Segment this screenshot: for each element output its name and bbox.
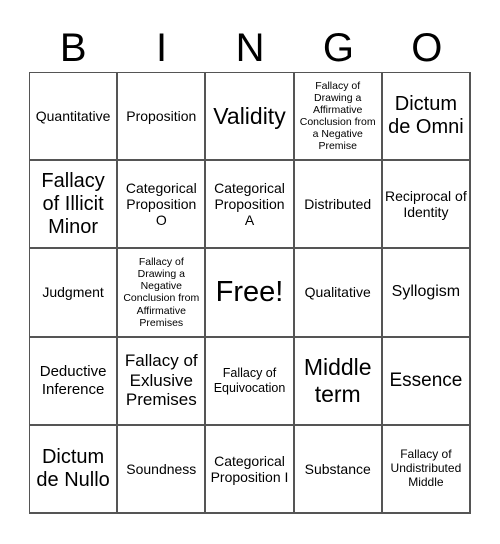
header-letter-i: I — [156, 26, 168, 70]
bingo-cell[interactable]: Categorical Proposition O — [118, 161, 207, 250]
bingo-cell[interactable]: Deductive Inference — [30, 337, 119, 426]
header-letter-o: O — [411, 26, 443, 70]
bingo-cell[interactable]: Qualitative — [294, 249, 383, 338]
bingo-cell[interactable]: Fallacy of Equivocation — [206, 337, 295, 426]
bingo-cell[interactable]: Substance — [294, 425, 383, 514]
bingo-cell[interactable]: Dictum de Omni — [382, 73, 471, 162]
bingo-cell[interactable]: Essence — [382, 337, 471, 426]
bingo-cell[interactable]: Validity — [206, 73, 295, 162]
bingo-cell[interactable]: Dictum de Nullo — [30, 425, 119, 514]
bingo-cell[interactable]: Distributed — [294, 161, 383, 250]
bingo-cell[interactable]: Reciprocal of Identity — [382, 161, 471, 250]
bingo-cell[interactable]: Categorical Proposition A — [206, 161, 295, 250]
bingo-cell[interactable]: Quantitative — [30, 73, 119, 162]
bingo-cell[interactable]: Fallacy of Exlusive Premises — [118, 337, 207, 426]
header-letter-b: B — [59, 26, 87, 70]
bingo-cell[interactable]: Syllogism — [382, 249, 471, 338]
bingo-cell[interactable]: Fallacy of Drawing a Affirmative Conclus… — [294, 73, 383, 162]
header-letter-g: G — [322, 26, 354, 70]
bingo-cell[interactable]: Categorical Proposition I — [206, 425, 295, 514]
bingo-cell[interactable]: Fallacy of Undistributed Middle — [382, 425, 471, 514]
bingo-cell[interactable]: Proposition — [118, 73, 207, 162]
bingo-header: B I N G O — [29, 24, 471, 72]
bingo-grid: Quantitative Proposition Validity Fallac… — [29, 72, 471, 514]
bingo-cell[interactable]: Soundness — [118, 425, 207, 514]
bingo-cell[interactable]: Fallacy of Drawing a Negative Conclusion… — [118, 249, 207, 338]
bingo-cell[interactable]: Judgment — [30, 249, 119, 338]
bingo-cell[interactable]: Fallacy of Illicit Minor — [30, 161, 119, 250]
free-space[interactable]: Free! — [206, 249, 295, 338]
bingo-cell[interactable]: Middle term — [294, 337, 383, 426]
header-letter-n: N — [235, 26, 265, 70]
